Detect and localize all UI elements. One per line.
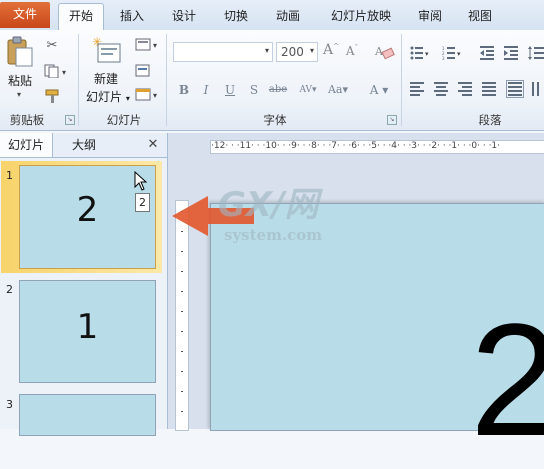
layout-icon[interactable]: ▾	[135, 38, 161, 52]
align-right-icon[interactable]	[458, 82, 476, 96]
increase-indent-icon[interactable]	[504, 46, 522, 60]
text-direction-icon[interactable]	[530, 82, 544, 96]
font-size-dropdown-icon[interactable]: ▾	[310, 46, 314, 55]
character-spacing-icon[interactable]: AV▾	[294, 81, 322, 99]
font-size-combo[interactable]: 200 ▾	[276, 42, 318, 62]
new-slide-label[interactable]: 新建	[94, 70, 118, 87]
align-center-icon[interactable]	[434, 82, 452, 96]
tab-view[interactable]: 视图	[460, 4, 500, 28]
slide-thumbnail-text: 1	[76, 307, 99, 347]
slide-tooltip: 2	[135, 193, 150, 212]
tab-animations[interactable]: 动画	[268, 4, 308, 28]
slide-number: 2	[6, 283, 13, 296]
group-divider	[401, 34, 402, 126]
clipboard-group-label: 剪贴板	[9, 113, 45, 127]
font-name-dropdown-icon[interactable]: ▾	[265, 46, 269, 55]
shrink-font-icon[interactable]: Aˇ	[344, 44, 360, 62]
slide-thumbnail[interactable]	[19, 394, 156, 436]
bullets-icon[interactable]: ▾	[410, 46, 429, 60]
tab-slideshow[interactable]: 幻灯片放映	[322, 4, 400, 28]
tab-insert[interactable]: 插入	[112, 4, 152, 28]
font-name-combo[interactable]: ▾	[173, 42, 273, 62]
svg-text:A: A	[374, 45, 384, 58]
ribbon: 粘贴 ▾ ✂ ▾ 剪贴板 ↘ ✳ 新建 幻灯片 ▾ ▾ ▾ 幻灯片 ▾ 200 …	[0, 30, 544, 131]
slide-number: 1	[6, 169, 13, 182]
paste-dropdown-icon[interactable]: ▾	[17, 90, 21, 99]
format-painter-icon[interactable]	[44, 88, 62, 104]
new-slide-button[interactable]: 幻灯片 ▾	[86, 88, 130, 105]
svg-text:GX/网: GX/网	[218, 185, 324, 225]
horizontal-ruler: ·12· · ·11· · ·10· · ·9· · ·8· · ·7· · ·…	[210, 140, 544, 154]
svg-text:3: 3	[442, 56, 445, 60]
font-size-value: 200	[281, 45, 304, 59]
tab-home[interactable]: 开始	[58, 3, 104, 31]
paragraph-group-label: 段落	[478, 113, 502, 127]
tab-slides[interactable]: 幻灯片	[0, 133, 53, 157]
tab-design[interactable]: 设计	[164, 4, 204, 28]
numbering-icon[interactable]: 1 2 3 ▾	[442, 46, 461, 61]
paste-icon[interactable]	[6, 36, 34, 68]
clipboard-launcher-icon[interactable]: ↘	[65, 115, 75, 125]
section-icon[interactable]: ▾	[135, 88, 161, 102]
reset-icon[interactable]	[135, 64, 151, 78]
svg-text:▾: ▾	[425, 50, 429, 58]
new-slide-icon[interactable]: ✳	[92, 35, 122, 66]
font-color-icon[interactable]: A ▾	[364, 81, 394, 99]
slide-text[interactable]: 2	[470, 300, 544, 460]
ribbon-tab-bar: 文件 开始 插入 设计 切换 动画 幻灯片放映 审阅 视图	[0, 0, 544, 31]
underline-icon[interactable]: U	[220, 81, 240, 99]
group-divider	[78, 34, 79, 126]
svg-text:▾: ▾	[153, 41, 157, 50]
tab-review[interactable]: 审阅	[410, 4, 450, 28]
svg-text:▾: ▾	[457, 50, 461, 58]
italic-icon[interactable]: I	[196, 81, 216, 99]
strikethrough-icon[interactable]: abe	[266, 81, 290, 99]
pane-tabs: 幻灯片 大纲 ✕	[0, 133, 167, 158]
group-divider	[166, 34, 167, 126]
change-case-icon[interactable]: Aa▾	[324, 81, 352, 99]
slide-thumbnail[interactable]: 1	[19, 280, 156, 383]
tab-transitions[interactable]: 切换	[216, 4, 256, 28]
svg-text:▾: ▾	[153, 91, 157, 100]
paste-button[interactable]: 粘贴	[8, 72, 32, 89]
justify-icon[interactable]	[482, 82, 500, 96]
copy-icon[interactable]: ▾	[44, 64, 70, 80]
cut-icon[interactable]: ✂	[44, 38, 60, 54]
text-shadow-icon[interactable]: S	[244, 81, 264, 99]
line-spacing-icon[interactable]	[528, 46, 544, 60]
grow-font-icon[interactable]: A^	[323, 42, 339, 60]
font-launcher-icon[interactable]: ↘	[387, 115, 397, 125]
clear-formatting-icon[interactable]: A	[374, 42, 396, 62]
columns-icon[interactable]	[506, 80, 524, 98]
bold-icon[interactable]: B	[174, 81, 194, 99]
watermark-logo: GX/网 system.com	[168, 182, 348, 246]
font-group-label: 字体	[263, 113, 287, 127]
mouse-cursor-icon	[134, 170, 148, 191]
close-pane-icon[interactable]: ✕	[144, 133, 162, 157]
svg-text:▾: ▾	[62, 68, 66, 77]
decrease-indent-icon[interactable]	[480, 46, 498, 60]
slide-number: 3	[6, 398, 13, 411]
tab-outline[interactable]: 大纲	[58, 133, 110, 157]
ruler-marks: ·12· · ·11· · ·10· · ·9· · ·8· · ·7· · ·…	[211, 141, 501, 151]
slides-group-label: 幻灯片	[106, 113, 142, 127]
tab-file[interactable]: 文件	[0, 2, 50, 28]
align-left-icon[interactable]	[410, 82, 428, 96]
svg-text:system.com: system.com	[224, 226, 322, 244]
